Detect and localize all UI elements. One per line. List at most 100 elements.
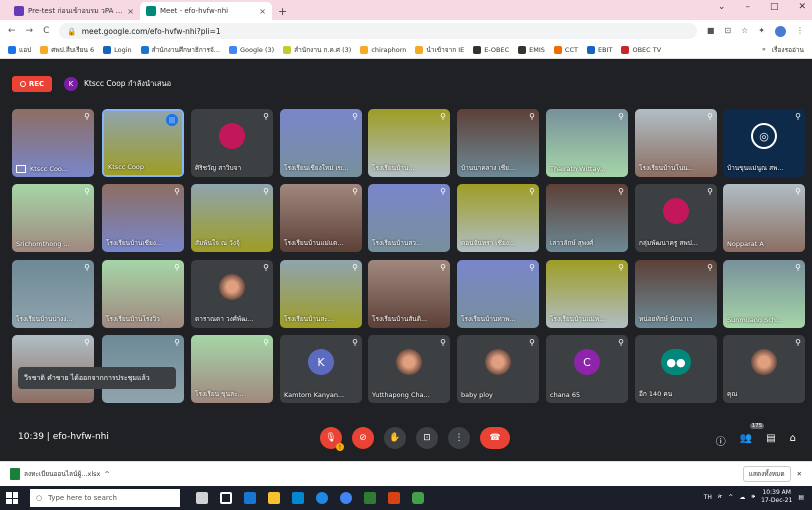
tab-pretest[interactable]: Pre-test ก่อนเข้าอบรม วPA - Go × <box>8 2 140 20</box>
reading-list-button[interactable]: เรื่องรออ่าน <box>772 45 804 55</box>
participant-tile[interactable]: ⚲ baby ploy <box>457 335 539 403</box>
participant-tile[interactable]: ⚲ ศิริชวัญ สาวิบจา <box>191 109 273 177</box>
windows-start-icon[interactable] <box>6 492 18 504</box>
maximize-button[interactable]: □ <box>770 2 779 12</box>
participant-tile[interactable]: ⚲ เสาวลักษ์ สุพงศ์ <box>546 184 628 252</box>
participant-tile[interactable]: ⚲ โรงเรียนบ้านปางง... <box>12 260 94 328</box>
participant-tile[interactable]: ⚲ โรงเรียนบ้านโนน... <box>635 109 717 177</box>
tab-meet[interactable]: Meet - efo-hvfw-nhi × <box>140 2 272 20</box>
participant-tile[interactable]: ⚲ โรงเรียนบ้านแม่ห... <box>546 260 628 328</box>
participant-tile[interactable]: ⚲ Yutthapong Cha... <box>368 335 450 403</box>
chrome-icon[interactable] <box>340 492 352 504</box>
forward-icon[interactable]: → <box>26 26 34 36</box>
bookmark-item[interactable]: Google (3) <box>228 46 274 54</box>
network-icon[interactable]: ☁ <box>739 494 745 501</box>
download-item[interactable]: ลงทะเบียนออนไลน์ผู้...xlsx ^ <box>10 468 110 480</box>
participant-tile[interactable]: ◎ ⚲ บ้านขุนแม่นูณ สพ... <box>723 109 805 177</box>
new-tab-button[interactable]: + <box>272 2 293 20</box>
bookmark-overflow-button[interactable]: » <box>762 45 766 55</box>
participant-tile[interactable]: ⚲ โรงเรียน ขุนสะ... <box>191 335 273 403</box>
more-options-button[interactable]: ⋮ <box>448 427 470 449</box>
minimize-button[interactable]: – <box>745 2 750 12</box>
participant-tile[interactable]: ⚲ Ktscc Coo... <box>12 109 94 177</box>
explorer-icon[interactable] <box>244 492 256 504</box>
raise-hand-button[interactable]: ✋ <box>384 427 406 449</box>
taskbar-clock[interactable]: 10:39 AM 17-Dec-21 <box>761 489 792 505</box>
participant-tile[interactable]: K ⚲ Kamtorn Kanyan... <box>280 335 362 403</box>
line-icon[interactable] <box>412 492 424 504</box>
participant-tile[interactable]: ⚲ Sunmuang Sch... <box>723 260 805 328</box>
bookmark-item[interactable]: EBIT <box>586 46 612 54</box>
mic-toggle-button[interactable]: 🎙! <box>320 427 344 451</box>
people-tray-icon[interactable]: ጵ <box>718 493 722 501</box>
bookmark-item[interactable]: CCT <box>553 46 578 54</box>
people-button[interactable]: 👥 175 <box>740 423 765 448</box>
participant-tile[interactable]: ⚲ Thairath Wittay... <box>546 109 628 177</box>
participant-tile[interactable]: ⚲ บ้านนาคลาง เชีย... <box>457 109 539 177</box>
tab-search-icon[interactable]: ⌄ <box>718 2 726 12</box>
bookmark-item[interactable]: EMIS <box>518 46 545 54</box>
participant-tile[interactable]: ●● อีก 140 คน <box>635 335 717 403</box>
participant-tile[interactable]: ⚲ ดอนจันทรา เชียง... <box>457 184 539 252</box>
back-icon[interactable]: ← <box>8 26 16 36</box>
profile-avatar[interactable] <box>775 25 786 37</box>
participant-tile[interactable]: ⚲ Nopparat A <box>723 184 805 252</box>
presenter-chip[interactable]: K Ktscc Coop กำลังนำเสนอ <box>64 76 171 92</box>
bookmark-item[interactable]: Login <box>103 46 132 54</box>
close-tab-icon[interactable]: × <box>127 7 134 16</box>
share-icon[interactable]: ⊡ <box>724 26 731 37</box>
close-window-button[interactable]: ✕ <box>798 2 806 12</box>
participant-tile[interactable]: ⚲ โรงเรียนบ้านสะ... <box>280 260 362 328</box>
bookmark-item[interactable]: สำนักงาน ก.ค.ศ (3) <box>283 45 351 55</box>
bookmark-item[interactable]: นำเข้าจาก IE <box>415 45 464 55</box>
participant-tile[interactable]: ⚲ โรงเรียนบ้านโรงวิว <box>102 260 184 328</box>
notifications-icon[interactable]: ▤ <box>798 494 804 501</box>
participant-tile[interactable]: C ⚲ chana 65 <box>546 335 628 403</box>
reload-icon[interactable]: C <box>43 26 49 36</box>
camera-toggle-button[interactable]: ⊘ <box>352 427 374 449</box>
participant-tile[interactable]: ⚲ Srichomthong ... <box>12 184 94 252</box>
leave-call-button[interactable]: ☎ <box>480 427 510 449</box>
menu-icon[interactable]: ⋮ <box>796 26 804 37</box>
file-explorer-icon[interactable] <box>268 492 280 504</box>
store-icon[interactable] <box>292 492 304 504</box>
participant-tile[interactable]: ⚲ โรงเรียนบ้านสว... <box>368 184 450 252</box>
bookmark-item[interactable]: chiraphorn <box>360 46 406 54</box>
tray-chevron-icon[interactable]: ^ <box>728 494 733 501</box>
close-tab-icon[interactable]: × <box>259 7 266 16</box>
mic-icon[interactable] <box>196 492 208 504</box>
show-all-button[interactable]: แสดงทั้งหมด <box>742 466 791 482</box>
extensions-icon[interactable]: ✦ <box>758 26 765 37</box>
participant-tile[interactable]: ⚲ โรงเรียนบ้านท่าพ... <box>457 260 539 328</box>
participant-tile[interactable]: ⚲ ดาราณดา วงศ์พัฒ... <box>191 260 273 328</box>
participant-tile[interactable]: ⚲ กลุ่มพัฒนาครู สพป... <box>635 184 717 252</box>
participant-tile[interactable]: ⚲ โรงเรียนเชียงใหม่ เข... <box>280 109 362 177</box>
bookmark-item[interactable]: E-OBEC <box>473 46 509 54</box>
participant-tile[interactable]: ⚲ สัมพันใจ ณ วังจุ้ <box>191 184 273 252</box>
taskbar-search-box[interactable]: ○ Type here to search <box>30 489 180 507</box>
bookmark-item[interactable]: สำนักงานศึกษาธิการจั... <box>140 45 220 55</box>
chat-icon[interactable]: ▤ <box>766 433 775 448</box>
participant-tile[interactable]: ||| Ktscc Coop <box>102 109 184 177</box>
bookmark-apps[interactable]: แอป <box>8 45 31 55</box>
present-button[interactable]: ⊡ <box>416 427 438 449</box>
star-icon[interactable]: ☆ <box>741 26 748 37</box>
bookmark-item[interactable]: ศพป.สืบเรียน 6 <box>40 45 94 55</box>
edge-icon[interactable] <box>316 492 328 504</box>
language-indicator[interactable]: TH <box>704 494 712 501</box>
chevron-up-icon[interactable]: ^ <box>104 470 109 478</box>
participant-tile[interactable]: ⚲ คุณ <box>723 335 805 403</box>
info-icon[interactable]: ⓘ <box>716 433 726 448</box>
participant-tile[interactable]: ⚲ โรงเรียนบ้าน... <box>368 109 450 177</box>
volume-icon[interactable]: 🕪 <box>751 493 755 501</box>
participant-tile[interactable]: ⚲ โรงเรียนบ้านแม่แต... <box>280 184 362 252</box>
bookmark-item[interactable]: OBEC TV <box>621 46 661 54</box>
excel-icon[interactable] <box>364 492 376 504</box>
camera-icon[interactable]: ■ <box>707 26 715 37</box>
participant-tile[interactable]: ⚲ โรงเรียนบ้านเชียง... <box>102 184 184 252</box>
activities-icon[interactable]: ⌂ <box>790 433 796 448</box>
participant-tile[interactable]: ⚲ โรงเรียนบ้านสันติ... <box>368 260 450 328</box>
task-view-icon[interactable] <box>220 492 232 504</box>
url-field[interactable]: 🔒 meet.google.com/efo-hvfw-nhi?pli=1 <box>59 23 697 39</box>
powerpoint-icon[interactable] <box>388 492 400 504</box>
